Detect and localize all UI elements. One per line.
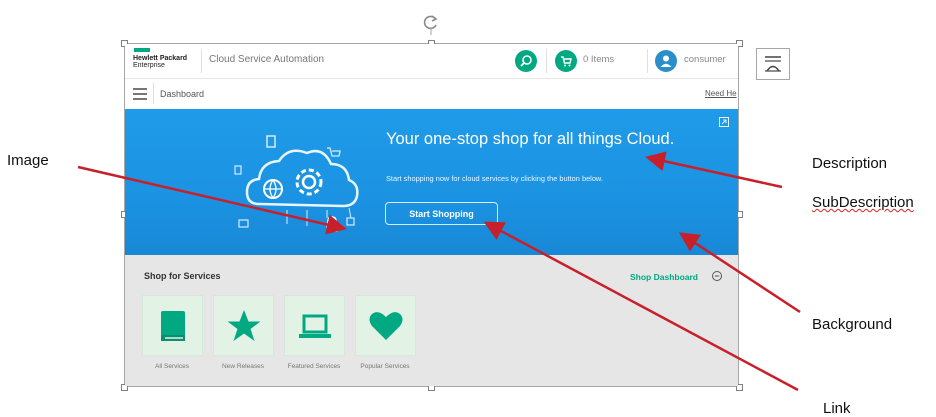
cart-icon bbox=[327, 147, 341, 157]
annotation-subdescription-label: SubDescription bbox=[812, 194, 914, 211]
section-title: Shop for Services bbox=[144, 271, 221, 281]
annotation-background-label: Background bbox=[812, 316, 893, 333]
hero-subdescription: Start shopping now for cloud services by… bbox=[386, 174, 603, 183]
tile-new-releases[interactable] bbox=[213, 295, 274, 356]
hero-description: Your one-stop shop for all things Cloud. bbox=[386, 130, 675, 148]
shop-dashboard-link[interactable]: Shop Dashboard bbox=[630, 272, 698, 282]
search-icon bbox=[520, 55, 532, 67]
gear-icon bbox=[295, 168, 323, 196]
app-title: Cloud Service Automation bbox=[209, 54, 325, 65]
tile-label: Featured Services bbox=[287, 363, 341, 370]
laptop-icon bbox=[299, 314, 331, 338]
hero-banner-background: Your one-stop shop for all things Cloud.… bbox=[125, 109, 738, 255]
user-name[interactable]: consumer bbox=[684, 54, 726, 65]
cart-icon bbox=[561, 56, 572, 67]
search-button[interactable] bbox=[515, 50, 537, 72]
collapse-icon[interactable] bbox=[711, 270, 723, 282]
divider bbox=[153, 83, 154, 104]
tile-label: Popular Services bbox=[360, 363, 410, 370]
tile-label: All Services bbox=[155, 363, 189, 370]
annotation-description-label: Description bbox=[812, 155, 888, 172]
tile-featured-services[interactable] bbox=[284, 295, 345, 356]
user-avatar[interactable] bbox=[655, 50, 677, 72]
brand-line2: Enterprise bbox=[133, 62, 165, 69]
need-help-link[interactable]: Need He bbox=[705, 89, 737, 98]
top-navigation-bar: Hewlett Packard Enterprise Cloud Service… bbox=[125, 44, 738, 79]
expand-icon[interactable] bbox=[719, 117, 729, 127]
chip-icon bbox=[346, 217, 355, 226]
heart-icon bbox=[369, 312, 403, 340]
star-icon bbox=[227, 310, 261, 341]
cloud-icon bbox=[245, 149, 359, 208]
hpe-logo[interactable]: Hewlett Packard Enterprise bbox=[133, 55, 187, 69]
server-icon bbox=[266, 135, 276, 148]
cart-button[interactable] bbox=[555, 50, 577, 72]
divider bbox=[647, 49, 648, 73]
document-icon bbox=[234, 165, 242, 175]
layout-options-button[interactable] bbox=[756, 48, 790, 80]
book-icon bbox=[161, 311, 185, 341]
divider bbox=[546, 49, 547, 73]
lock-icon bbox=[327, 216, 337, 224]
network-icon bbox=[238, 219, 249, 228]
hpe-logo-bar bbox=[134, 48, 150, 52]
tile-all-services[interactable] bbox=[142, 295, 203, 356]
menu-icon[interactable] bbox=[133, 88, 147, 100]
cloud-services-image bbox=[234, 135, 359, 232]
layout-options-icon bbox=[765, 56, 781, 72]
rotate-handle-icon[interactable] bbox=[421, 11, 441, 35]
brand-line1: Hewlett Packard bbox=[133, 55, 188, 62]
cart-items-count[interactable]: 0 Items bbox=[583, 54, 614, 65]
divider bbox=[201, 49, 202, 73]
page-title: Dashboard bbox=[160, 89, 205, 99]
user-icon bbox=[660, 55, 672, 67]
dashboard-subbar: Dashboard Need He bbox=[125, 79, 738, 108]
tile-popular-services[interactable] bbox=[355, 295, 416, 356]
tile-label: New Releases bbox=[222, 363, 264, 370]
annotation-link-label: Link bbox=[823, 400, 851, 417]
csa-screenshot: Hewlett Packard Enterprise Cloud Service… bbox=[125, 44, 738, 386]
start-shopping-button[interactable]: Start Shopping bbox=[385, 202, 498, 225]
shop-for-services-section: Shop for Services Shop Dashboard All Ser… bbox=[125, 255, 738, 386]
annotation-image-label: Image bbox=[7, 152, 49, 169]
